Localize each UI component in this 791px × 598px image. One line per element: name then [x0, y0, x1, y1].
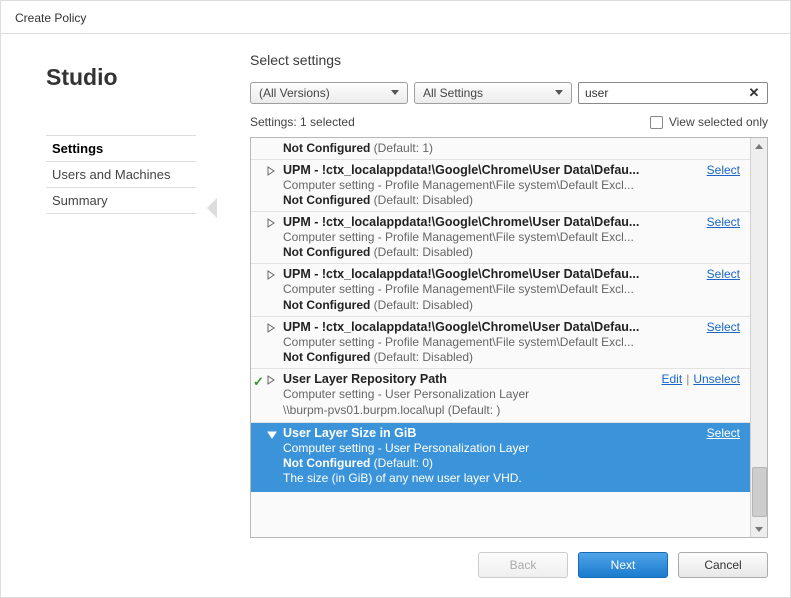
select-link[interactable]: Select	[707, 163, 740, 177]
item-sub: Computer setting - Profile Management\Fi…	[283, 334, 740, 350]
triangle-right-icon	[267, 217, 275, 231]
view-selected-label: View selected only	[669, 115, 768, 129]
chevron-down-icon	[391, 90, 399, 96]
wizard-step-settings[interactable]: Settings	[46, 135, 196, 162]
triangle-right-icon	[267, 269, 275, 283]
triangle-right-icon	[267, 165, 275, 179]
next-button[interactable]: Next	[578, 552, 668, 578]
sidebar: Studio Settings Users and Machines Summa…	[1, 34, 216, 592]
cancel-button[interactable]: Cancel	[678, 552, 768, 578]
content: Studio Settings Users and Machines Summa…	[1, 34, 790, 592]
versions-dropdown[interactable]: (All Versions)	[250, 82, 408, 104]
item-sub: Computer setting - Profile Management\Fi…	[283, 229, 740, 245]
select-link[interactable]: Select	[707, 267, 740, 281]
settings-count-label: Settings:	[250, 115, 297, 129]
item-desc: The size (in GiB) of any new user layer …	[283, 470, 740, 486]
scrollbar[interactable]	[750, 138, 767, 537]
list-item[interactable]: UPM - !ctx_localappdata!\Google\Chrome\U…	[251, 264, 750, 316]
wizard-step-summary[interactable]: Summary	[46, 188, 196, 214]
item-sub: Computer setting - User Personalization …	[283, 440, 740, 456]
checkbox-icon[interactable]	[650, 116, 663, 129]
select-link[interactable]: Select	[707, 426, 740, 440]
item-sub: Computer setting - Profile Management\Fi…	[283, 177, 740, 193]
wizard-step-users-machines[interactable]: Users and Machines	[46, 162, 196, 188]
edit-link[interactable]: Edit	[662, 372, 683, 386]
item-value: \\burpm-pvs01.burpm.local\upl (Default: …	[283, 402, 740, 418]
filter-row: Settings: 1 selected View selected only	[250, 115, 768, 129]
unselect-link[interactable]: Unselect	[693, 372, 740, 386]
wizard-steps: Settings Users and Machines Summary	[46, 135, 196, 214]
search-input[interactable]	[585, 83, 747, 103]
main-panel: Select settings (All Versions) All Setti…	[216, 34, 790, 592]
scroll-thumb[interactable]	[752, 467, 767, 517]
item-title: UPM - !ctx_localappdata!\Google\Chrome\U…	[283, 163, 639, 177]
triangle-down-icon	[267, 428, 277, 442]
checkmark-icon: ✓	[253, 374, 264, 390]
view-selected-only[interactable]: View selected only	[650, 115, 768, 129]
settings-list-wrap: Not Configured (Default: 1) UPM - !ctx_l…	[250, 137, 768, 538]
select-link[interactable]: Select	[707, 215, 740, 229]
triangle-right-icon	[267, 374, 275, 388]
step-indicator-icon	[207, 198, 217, 218]
item-sub: Computer setting - User Personalization …	[283, 386, 740, 402]
controls-row: (All Versions) All Settings ✕	[250, 82, 768, 104]
studio-title: Studio	[46, 64, 196, 91]
select-link[interactable]: Select	[707, 320, 740, 334]
settings-dropdown-label: All Settings	[423, 86, 483, 100]
item-title: UPM - !ctx_localappdata!\Google\Chrome\U…	[283, 267, 639, 281]
back-button: Back	[478, 552, 568, 578]
item-sub: Computer setting - Profile Management\Fi…	[283, 281, 740, 297]
settings-dropdown[interactable]: All Settings	[414, 82, 572, 104]
chevron-down-icon	[555, 90, 563, 96]
list-item[interactable]: UPM - !ctx_localappdata!\Google\Chrome\U…	[251, 160, 750, 212]
item-title: User Layer Repository Path	[283, 372, 447, 386]
item-title: User Layer Size in GiB	[283, 426, 416, 440]
window-title: Create Policy	[1, 1, 790, 34]
button-row: Back Next Cancel	[250, 552, 768, 578]
scroll-up-icon[interactable]	[751, 138, 767, 155]
settings-count: Settings: 1 selected	[250, 115, 355, 129]
list-item[interactable]: User Layer Size in GiB Select Computer s…	[251, 423, 750, 491]
clear-icon[interactable]: ✕	[747, 86, 761, 100]
triangle-right-icon	[267, 322, 275, 336]
item-title: UPM - !ctx_localappdata!\Google\Chrome\U…	[283, 320, 639, 334]
list-item[interactable]: Not Configured (Default: 1)	[251, 138, 750, 160]
search-input-wrap[interactable]: ✕	[578, 82, 768, 104]
settings-count-value: 1 selected	[300, 115, 355, 129]
settings-list: Not Configured (Default: 1) UPM - !ctx_l…	[251, 138, 750, 537]
item-title: UPM - !ctx_localappdata!\Google\Chrome\U…	[283, 215, 639, 229]
scroll-down-icon[interactable]	[751, 520, 767, 537]
page-title: Select settings	[250, 52, 768, 68]
list-item[interactable]: UPM - !ctx_localappdata!\Google\Chrome\U…	[251, 212, 750, 264]
versions-dropdown-label: (All Versions)	[259, 86, 330, 100]
list-item[interactable]: UPM - !ctx_localappdata!\Google\Chrome\U…	[251, 317, 750, 369]
list-item[interactable]: ✓ User Layer Repository Path Edit|Unsele…	[251, 369, 750, 423]
